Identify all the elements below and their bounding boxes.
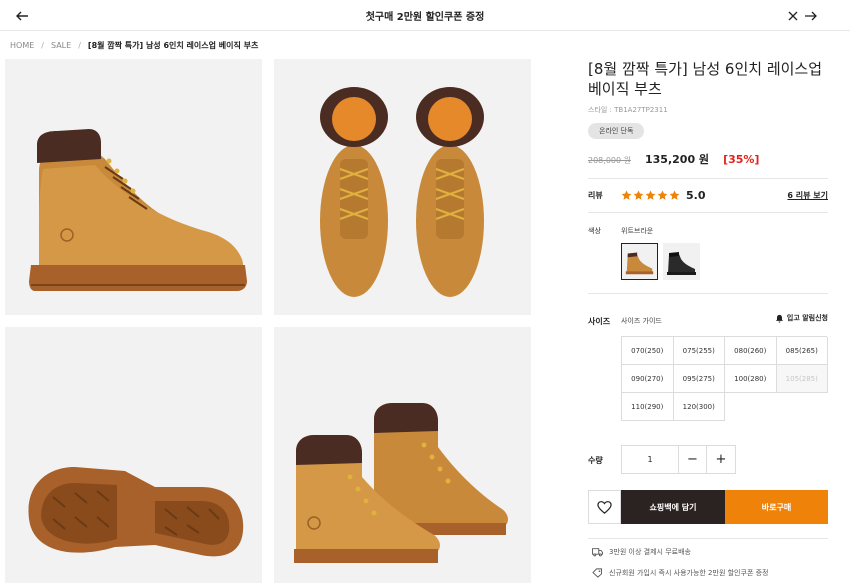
restock-alert-button[interactable]: 입고 알림신청 (775, 313, 828, 323)
quantity-stepper: 1 − + (621, 445, 736, 474)
product-image-side[interactable] (5, 59, 262, 315)
breadcrumb-separator: / (41, 41, 44, 50)
color-selector: 색상 위트브라운 (588, 213, 828, 293)
review-label: 리뷰 (588, 191, 603, 200)
size-option[interactable]: 070(250) (622, 337, 674, 365)
quantity-value[interactable]: 1 (622, 446, 679, 473)
promo-banner-title[interactable]: 첫구매 2만원 할인쿠폰 증정 (0, 8, 850, 23)
truck-icon (592, 548, 603, 557)
coupon-text: 신규회원 가입시 즉시 사용가능한 2만원 할인쿠폰 증정 (609, 569, 769, 577)
size-option[interactable]: 120(300) (673, 393, 725, 421)
discount-rate: [35%] (723, 153, 760, 166)
size-option[interactable]: 090(270) (622, 365, 674, 393)
color-swatch-black[interactable] (663, 243, 700, 280)
color-label: 색상 (588, 227, 601, 235)
size-grid: 070(250) 075(255) 080(260) 085(265) 090(270)… (621, 336, 828, 421)
breadcrumb-sale[interactable]: SALE (51, 41, 71, 50)
size-option[interactable]: 075(255) (673, 337, 725, 365)
add-to-cart-button[interactable]: 쇼핑백에 담기 (621, 490, 725, 524)
view-reviews-link[interactable]: 6 리뷰 보기 (787, 190, 828, 201)
heart-icon (597, 500, 612, 514)
size-option[interactable]: 100(280) (725, 365, 777, 393)
decrease-quantity-button[interactable]: − (679, 446, 707, 473)
forward-arrow-icon[interactable] (804, 8, 818, 24)
product-image-pair[interactable] (274, 327, 531, 583)
increase-quantity-button[interactable]: + (707, 446, 735, 473)
top-bar: 첫구매 2만원 할인쿠폰 증정 (0, 0, 850, 31)
rating-score: 5.0 (686, 189, 706, 202)
product-title: [8월 깜짝 특가] 남성 6인치 레이스업 베이직 부츠 (588, 60, 823, 98)
purchase-actions: 쇼핑백에 담기 바로구매 (588, 490, 828, 524)
tag-icon (592, 568, 602, 578)
size-option: 105(285) (776, 365, 828, 393)
quantity-selector: 수량 1 − + (588, 445, 828, 475)
size-option[interactable]: 080(260) (725, 337, 777, 365)
top-bar-actions (786, 8, 818, 24)
star-icon (669, 190, 680, 200)
product-image-top[interactable] (274, 59, 531, 315)
star-icon (645, 190, 656, 200)
bell-icon (775, 314, 784, 323)
breadcrumb-separator: / (78, 41, 81, 50)
review-row: 리뷰 5.0 6 리뷰 보기 (588, 179, 828, 212)
star-icon (633, 190, 644, 200)
breadcrumb-current: [8월 깜짝 특가] 남성 6인치 레이스업 베이직 부츠 (87, 41, 259, 50)
original-price: 208,000 원 (588, 156, 631, 165)
quantity-label: 수량 (588, 456, 603, 465)
free-shipping-text: 3만원 이상 결제시 무료배송 (609, 548, 691, 556)
selected-color-name: 위트브라운 (621, 227, 654, 235)
color-swatch-wheat[interactable] (621, 243, 658, 280)
style-code: 스타일 : TB1A27TP2311 (588, 106, 668, 114)
breadcrumb: HOME / SALE / [8월 깜짝 특가] 남성 6인치 레이스업 베이직… (10, 40, 258, 51)
product-info-panel: [8월 깜짝 특가] 남성 6인치 레이스업 베이직 부츠 스타일 : TB1A… (588, 59, 828, 421)
rating-stars (621, 190, 680, 201)
coupon-benefit: 신규회원 가입시 즉시 사용가능한 2만원 할인쿠폰 증정 (592, 568, 768, 578)
size-guide-link[interactable]: 사이즈 가이드 (621, 316, 662, 326)
size-option[interactable]: 110(290) (622, 393, 674, 421)
product-gallery (5, 59, 565, 583)
size-option[interactable]: 085(265) (776, 337, 828, 365)
product-image-sole[interactable] (5, 327, 262, 583)
buy-now-button[interactable]: 바로구매 (725, 490, 828, 524)
price-row: 208,000 원 135,200 원 [35%] (588, 151, 828, 167)
online-exclusive-badge: 온라인 단독 (588, 123, 645, 139)
star-icon (621, 190, 632, 200)
sale-price: 135,200 원 (645, 153, 710, 166)
size-option[interactable]: 095(275) (673, 365, 725, 393)
divider (588, 538, 828, 539)
wishlist-button[interactable] (588, 490, 621, 524)
star-icon (657, 190, 668, 200)
breadcrumb-home[interactable]: HOME (10, 41, 34, 50)
restock-alert-label: 입고 알림신청 (786, 314, 828, 322)
close-icon[interactable] (786, 8, 800, 24)
free-shipping-benefit: 3만원 이상 결제시 무료배송 (592, 547, 691, 557)
size-selector: 사이즈 사이즈 가이드 입고 알림신청 070(250) 075(255) 080(… (588, 294, 828, 421)
size-label: 사이즈 (588, 317, 611, 326)
